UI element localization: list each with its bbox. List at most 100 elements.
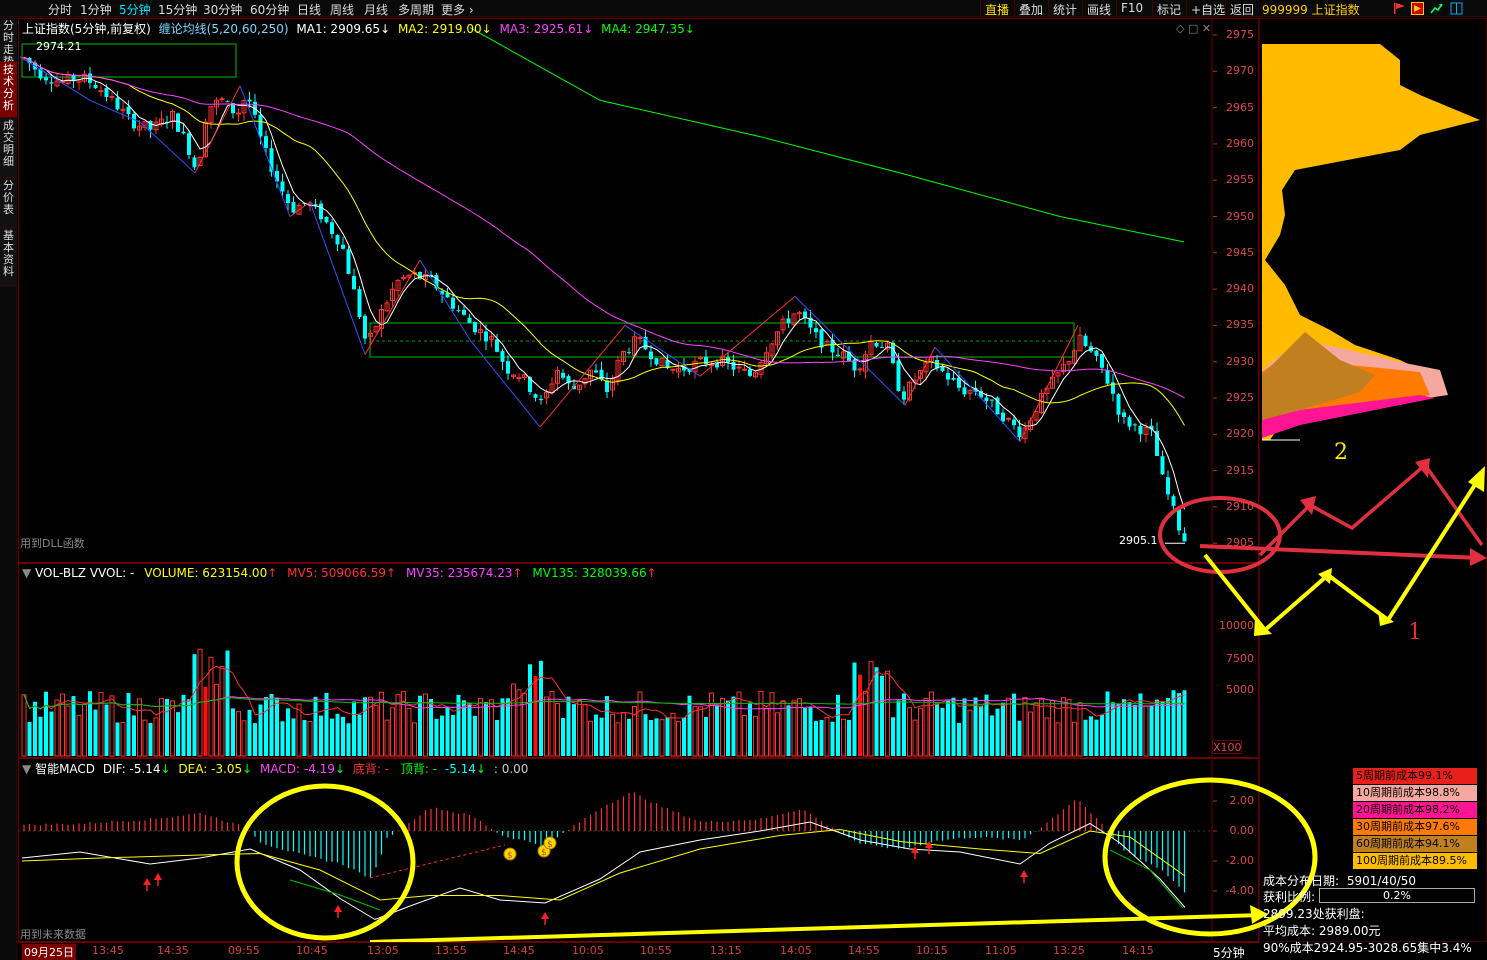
candle-body: [319, 203, 323, 220]
candle-body: [93, 85, 98, 89]
volume-bar: [258, 704, 263, 756]
volume-bar: [120, 722, 126, 757]
macd-axis-label: 0.00: [1229, 824, 1255, 837]
ma1-line: [23, 57, 1185, 510]
volume-bar: [516, 689, 522, 757]
volume-bar: [951, 697, 956, 756]
volume-bar: [1177, 693, 1181, 756]
volume-bar: [109, 695, 115, 757]
volume-bar: [698, 706, 703, 757]
volume-bar: [225, 650, 230, 756]
annotation-yellow-long-line: [369, 913, 1263, 944]
volume-bar: [670, 712, 676, 757]
candle-body: [1116, 394, 1121, 415]
candle-body: [219, 98, 225, 101]
price-axis-label: 2960: [1226, 136, 1254, 150]
volume-bar: [572, 704, 576, 756]
profit-ratio-bar: 0.2%: [1319, 888, 1475, 903]
dif-line: [21, 821, 1186, 921]
volume-bar: [115, 722, 120, 756]
money-bag-glyph: $: [547, 840, 553, 850]
volume-bar: [995, 708, 1000, 756]
volume-bar: [335, 713, 340, 756]
volume-bar: [863, 690, 868, 757]
candle-body: [1006, 417, 1011, 420]
volume-bar: [962, 698, 967, 756]
volume-bar: [21, 694, 27, 757]
candle-body: [1182, 533, 1187, 542]
candle-body: [467, 317, 472, 323]
volume-bar: [753, 715, 758, 757]
candle-body: [451, 297, 455, 309]
volume-bar: [726, 700, 730, 756]
volume-bar: [967, 709, 973, 757]
panel-controls[interactable]: ◇ □ ✕: [1176, 22, 1211, 35]
volume-bar: [1033, 702, 1039, 757]
main-legend: 上证指数(5分钟,前复权) 缠论均线(5,20,60,250) MA1: 290…: [22, 22, 695, 36]
volume-bar: [841, 718, 846, 757]
volume-bar: [484, 702, 488, 756]
chan-stroke: [194, 85, 241, 174]
volume-bar: [219, 666, 225, 757]
volume-bar: [506, 698, 510, 756]
volume-bar: [373, 704, 379, 757]
candle-body: [1083, 335, 1088, 347]
candle-body: [902, 391, 906, 400]
volume-bar: [1089, 716, 1093, 756]
volume-bar: [814, 721, 818, 756]
time-axis-label: 10:55: [640, 944, 672, 957]
ma3-value: MA3: 2925.61: [499, 22, 584, 36]
volume-bar: [786, 705, 791, 756]
volume-bar: [858, 674, 862, 756]
volume-bar: [1122, 699, 1126, 756]
volume-bar: [885, 670, 890, 757]
volume-value: VOLUME: 623154.00: [144, 566, 268, 580]
volume-bar: [231, 708, 235, 756]
candle-body: [1138, 425, 1143, 435]
volume-bar: [577, 699, 582, 757]
volume-bar: [1155, 699, 1159, 756]
annotation-red-circle: [1158, 496, 1282, 574]
volume-bar: [610, 713, 615, 757]
candle-body: [280, 181, 285, 192]
candle-body: [109, 95, 115, 98]
volume-bar: [1001, 702, 1005, 756]
volume-bar: [148, 722, 153, 756]
kline-chart-canvas[interactable]: $ $$: [0, 0, 1487, 960]
volume-bar: [709, 692, 714, 757]
volume-bar: [1061, 697, 1066, 757]
ma1-value: MA1: 2909.65: [296, 22, 381, 36]
volume-bar: [692, 705, 698, 757]
candle-body: [346, 249, 351, 274]
candle-body: [225, 101, 230, 103]
volume-bar: [236, 711, 241, 757]
volume-bar: [791, 700, 797, 757]
volume-bar: [390, 707, 395, 757]
candle-body: [984, 397, 989, 401]
candle-body: [192, 157, 197, 168]
mv5-value: MV5: 509066.59: [287, 566, 387, 580]
volume-bar: [935, 703, 939, 756]
volume-bar: [1072, 721, 1077, 757]
cost-legend-item: 20周期前成本98.2%: [1353, 802, 1477, 818]
candle-body: [698, 357, 703, 360]
candle-body: [880, 347, 884, 349]
price-axis-label: 2970: [1226, 64, 1254, 78]
volume-bar: [313, 696, 318, 756]
price-axis-label: 2935: [1226, 318, 1254, 332]
price-axis-label: 2920: [1226, 427, 1254, 441]
volume-bar: [1094, 719, 1099, 756]
candle-body: [264, 136, 268, 148]
buy-signal-arrow: [541, 912, 549, 919]
volume-bar: [307, 720, 313, 757]
volume-bar: [1028, 711, 1033, 757]
volume-bar: [544, 696, 549, 757]
volume-bar: [819, 719, 824, 756]
candle-body: [731, 361, 736, 370]
volume-bar: [406, 707, 412, 757]
cost-dist-date: 成本分布日期: 5901/40/50: [1263, 874, 1417, 888]
candle-body: [462, 309, 466, 315]
volume-bar: [330, 718, 334, 756]
volume-bar: [539, 660, 543, 756]
candle-body: [605, 380, 609, 393]
